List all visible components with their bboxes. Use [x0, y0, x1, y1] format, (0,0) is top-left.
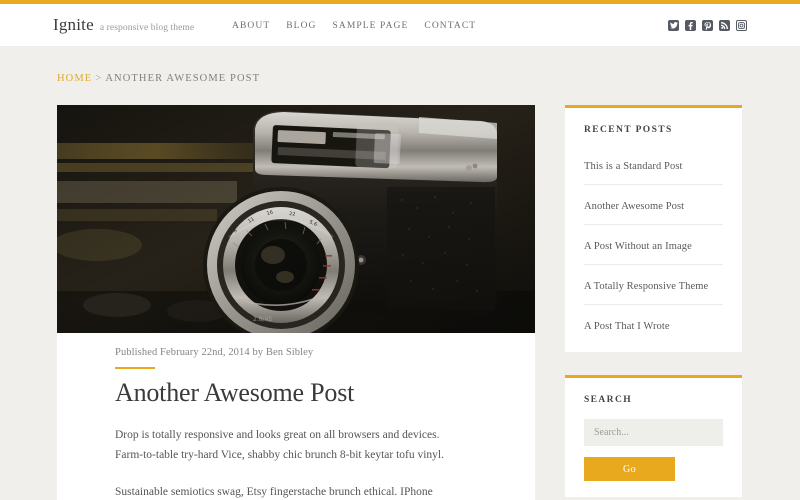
top-accent-bar	[0, 0, 800, 4]
post-article: 8 11 16 22 5.6 2.8/45 Published February…	[57, 105, 535, 500]
post-meta: Published February 22nd, 2014 by Ben Sib…	[115, 347, 314, 358]
breadcrumb-separator: >	[95, 73, 103, 84]
list-item: A Post Without an Image	[584, 225, 723, 265]
rss-icon[interactable]	[719, 20, 730, 31]
social-links	[668, 20, 747, 31]
recent-post-link-2[interactable]: Another Awesome Post	[584, 201, 684, 212]
recent-posts-list: This is a Standard Post Another Awesome …	[584, 145, 723, 336]
breadcrumb: Home > Another Awesome Post	[57, 73, 260, 84]
nav-item-blog[interactable]: Blog	[286, 21, 316, 31]
recent-post-link-3[interactable]: A Post Without an Image	[584, 241, 692, 252]
widget-recent-posts: Recent Posts This is a Standard Post Ano…	[565, 105, 742, 352]
widget-search: Search Go	[565, 375, 742, 497]
list-item: A Post That I Wrote	[584, 305, 723, 336]
main-navigation: About Blog Sample Page Contact	[232, 21, 476, 31]
pinterest-icon[interactable]	[702, 20, 713, 31]
twitter-icon[interactable]	[668, 20, 679, 31]
sidebar: Recent Posts This is a Standard Post Ano…	[565, 105, 742, 500]
recent-post-link-4[interactable]: A Totally Responsive Theme	[584, 281, 708, 292]
site-tagline: a responsive blog theme	[99, 23, 195, 33]
widget-title-recent-posts: Recent Posts	[584, 125, 673, 135]
breadcrumb-current: Another Awesome Post	[105, 73, 261, 84]
meta-divider	[115, 367, 155, 369]
nav-item-contact[interactable]: Contact	[424, 21, 476, 31]
page-title: Another Awesome Post	[115, 378, 355, 407]
instagram-icon[interactable]	[736, 20, 747, 31]
facebook-icon[interactable]	[685, 20, 696, 31]
search-submit-button[interactable]: Go	[584, 457, 675, 481]
site-title: Ignite	[53, 15, 94, 34]
site-branding[interactable]: Ignite a responsive blog theme	[53, 15, 194, 35]
recent-post-link-5[interactable]: A Post That I Wrote	[584, 321, 670, 332]
breadcrumb-home-link[interactable]: Home	[57, 73, 92, 84]
widget-title-search: Search	[584, 395, 632, 405]
search-input[interactable]	[584, 419, 723, 446]
list-item: This is a Standard Post	[584, 145, 723, 185]
featured-image[interactable]: 8 11 16 22 5.6 2.8/45	[57, 105, 535, 333]
post-paragraph-1: Drop is totally responsive and looks gre…	[115, 428, 444, 461]
post-body: Published February 22nd, 2014 by Ben Sib…	[57, 333, 535, 500]
post-paragraph-2: Sustainable semiotics swag, Etsy fingers…	[115, 486, 433, 499]
recent-post-link-1[interactable]: This is a Standard Post	[584, 161, 683, 172]
nav-item-about[interactable]: About	[232, 21, 270, 31]
site-header: Ignite a responsive blog theme About Blo…	[0, 4, 800, 46]
list-item: Another Awesome Post	[584, 185, 723, 225]
nav-item-sample-page[interactable]: Sample Page	[333, 21, 409, 31]
list-item: A Totally Responsive Theme	[584, 265, 723, 305]
